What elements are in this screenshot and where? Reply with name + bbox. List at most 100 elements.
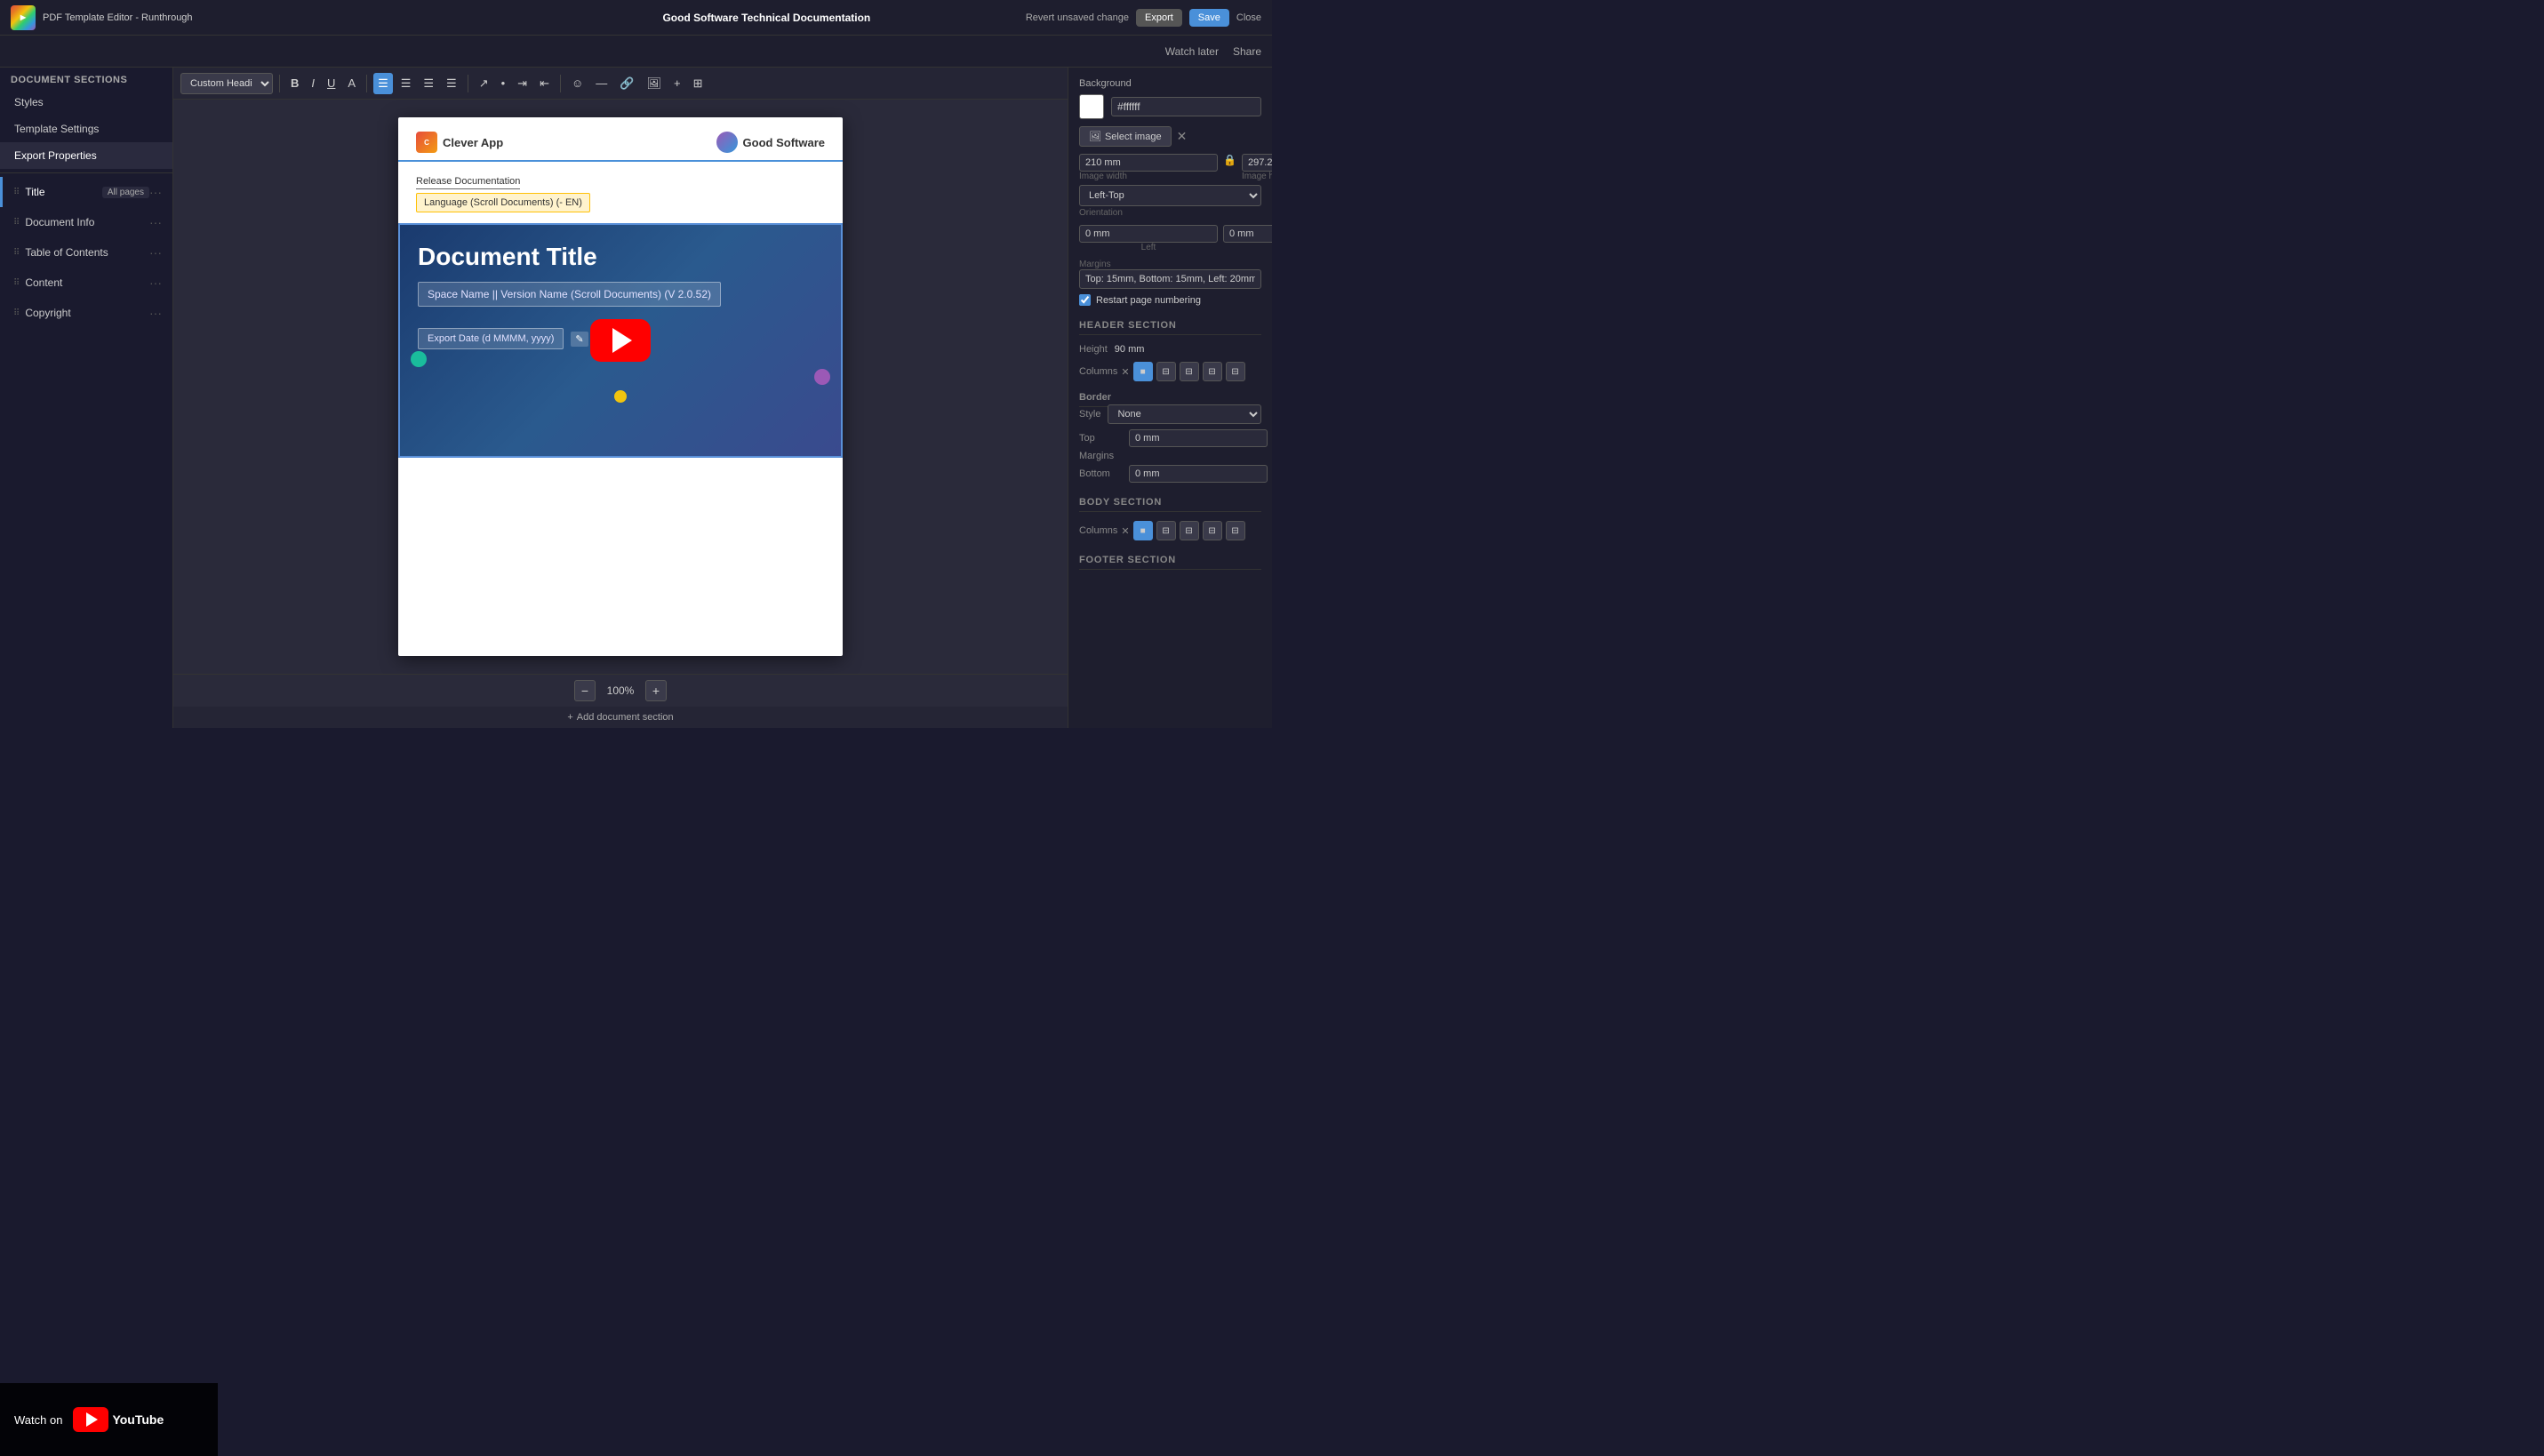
youtube-overlay[interactable] xyxy=(590,319,651,362)
revert-button[interactable]: Revert unsaved change xyxy=(1026,12,1129,23)
clear-image-button[interactable]: ✕ xyxy=(1177,129,1188,144)
dimensions-row: Image width 🔒 Image height xyxy=(1079,154,1261,181)
align-left-button[interactable]: ☰ xyxy=(373,73,393,94)
background-color-row: #ffffff xyxy=(1079,94,1261,119)
drag-handle-icon: ⠿ xyxy=(13,248,20,258)
toolbar-separator xyxy=(279,75,280,92)
color-button[interactable]: A xyxy=(343,73,360,94)
sidebar-section-copyright[interactable]: ⠿ Copyright ··· xyxy=(0,298,172,328)
body-col-1-button[interactable]: ■ xyxy=(1133,521,1153,540)
link-button[interactable]: 🔗 xyxy=(615,73,638,94)
sidebar-section-content[interactable]: ⠿ Content ··· xyxy=(0,268,172,298)
zoom-out-button[interactable]: − xyxy=(574,680,596,701)
justify-button[interactable]: ☰ xyxy=(442,73,461,94)
position-row: Left Top xyxy=(1079,225,1261,252)
section-label-title: Title xyxy=(25,186,95,198)
margins-input[interactable] xyxy=(1079,269,1261,289)
restart-numbering-label: Restart page numbering xyxy=(1096,295,1201,306)
restart-numbering-checkbox[interactable] xyxy=(1079,294,1091,306)
ordered-list-button[interactable]: ↗ xyxy=(475,73,493,94)
col-1-button[interactable]: ■ xyxy=(1133,362,1153,381)
select-image-row: 🖼 Select image ✕ xyxy=(1079,126,1261,147)
section-more-content[interactable]: ··· xyxy=(149,276,162,290)
left-input[interactable] xyxy=(1079,225,1218,243)
body-col-x-icon: ✕ xyxy=(1121,525,1129,537)
indent-button[interactable]: ⇥ xyxy=(513,73,532,94)
bold-button[interactable]: B xyxy=(286,73,303,94)
export-button[interactable]: Export xyxy=(1136,9,1182,27)
section-more-toc[interactable]: ··· xyxy=(149,245,162,260)
watch-later-button[interactable]: Watch later xyxy=(1165,45,1219,58)
sidebar-section-toc[interactable]: ⠿ Table of Contents ··· xyxy=(0,237,172,268)
sidebar-section-document-info[interactable]: ⠿ Document Info ··· xyxy=(0,207,172,237)
underline-button[interactable]: U xyxy=(323,73,340,94)
col-5-button[interactable]: ⊟ xyxy=(1226,362,1245,381)
col-x-icon: ✕ xyxy=(1121,366,1129,378)
youtube-play-icon xyxy=(86,1412,98,1427)
col-3-button[interactable]: ⊟ xyxy=(1180,362,1199,381)
col-2-button[interactable]: ⊟ xyxy=(1156,362,1176,381)
toolbar-separator-2 xyxy=(366,75,367,92)
unordered-list-button[interactable]: • xyxy=(497,73,510,94)
color-swatch[interactable] xyxy=(1079,94,1104,119)
image-height-input[interactable] xyxy=(1242,154,1272,172)
sidebar-item-export-properties[interactable]: Export Properties xyxy=(0,142,172,169)
color-value[interactable]: #ffffff xyxy=(1111,97,1261,116)
border-style-select[interactable]: None Solid Dashed xyxy=(1108,404,1261,424)
document-title[interactable]: Document Title xyxy=(418,243,823,271)
body-col-3-button[interactable]: ⊟ xyxy=(1180,521,1199,540)
select-image-button[interactable]: 🖼 Select image xyxy=(1079,126,1172,147)
align-center-button[interactable]: ☰ xyxy=(396,73,416,94)
width-col: Image width xyxy=(1079,154,1218,181)
align-right-button[interactable]: ☰ xyxy=(419,73,438,94)
section-label-docinfo: Document Info xyxy=(25,216,149,228)
logo-left-text: Clever App xyxy=(443,136,503,149)
outdent-button[interactable]: ⇤ xyxy=(535,73,554,94)
share-button[interactable]: Share xyxy=(1233,45,1261,58)
doc-subtitle-field[interactable]: Space Name || Version Name (Scroll Docum… xyxy=(418,282,721,307)
border-bottom-label: Bottom xyxy=(1079,468,1124,479)
sidebar-nav-label-styles: Styles xyxy=(14,96,44,108)
save-button[interactable]: Save xyxy=(1189,9,1229,27)
section-more-docinfo[interactable]: ··· xyxy=(149,215,162,229)
body-col-2-button[interactable]: ⊟ xyxy=(1156,521,1176,540)
youtube-logo[interactable]: YouTube xyxy=(73,1407,164,1432)
add-section-bar[interactable]: + Add document section xyxy=(173,707,1068,728)
image-width-input[interactable] xyxy=(1079,154,1218,172)
border-margins-label: Margins xyxy=(1079,451,1124,461)
sidebar-nav-label-export: Export Properties xyxy=(14,149,97,162)
emoji-button[interactable]: ☺ xyxy=(567,73,588,94)
canvas-scroll[interactable]: C Clever App Good Software Release Docum… xyxy=(173,100,1068,674)
table-button[interactable]: ⊞ xyxy=(689,73,708,94)
border-bottom-row: Bottom xyxy=(1079,465,1261,483)
edit-date-button[interactable]: ✎ xyxy=(571,332,588,347)
col-4-button[interactable]: ⊟ xyxy=(1203,362,1222,381)
sidebar-item-styles[interactable]: Styles xyxy=(0,89,172,116)
border-top-input[interactable] xyxy=(1129,429,1268,447)
zoom-in-button[interactable]: + xyxy=(645,680,667,701)
page-title: Good Software Technical Documentation xyxy=(518,12,1015,24)
section-more-copyright[interactable]: ··· xyxy=(149,306,162,320)
italic-button[interactable]: I xyxy=(307,73,319,94)
sidebar-section-title[interactable]: ⠿ Title All pages ··· xyxy=(0,177,172,207)
select-image-label: Select image xyxy=(1105,132,1162,142)
orientation-select[interactable]: Left-Top Center Right-Bottom xyxy=(1079,185,1261,206)
lock-icon[interactable]: 🔒 xyxy=(1223,154,1236,181)
body-col-4-button[interactable]: ⊟ xyxy=(1203,521,1222,540)
export-date-field[interactable]: Export Date (d MMMM, yyyy) xyxy=(418,328,564,349)
dash-button[interactable]: — xyxy=(591,73,612,94)
add-button[interactable]: + xyxy=(669,73,685,94)
sidebar-nav-label-template: Template Settings xyxy=(14,123,99,135)
youtube-play-button[interactable] xyxy=(590,319,651,362)
border-bottom-input[interactable] xyxy=(1129,465,1268,483)
font-style-select[interactable]: Custom Headi xyxy=(180,73,273,94)
language-field[interactable]: Language (Scroll Documents) (- EN) xyxy=(416,193,590,212)
image-button[interactable]: 🖼 xyxy=(642,73,666,94)
top-input[interactable] xyxy=(1223,225,1272,243)
sidebar-item-template-settings[interactable]: Template Settings xyxy=(0,116,172,142)
topbar: ▶ PDF Template Editor - Runthrough Good … xyxy=(0,0,1272,36)
body-col-5-button[interactable]: ⊟ xyxy=(1226,521,1245,540)
sidebar-sections-list: ⠿ Title All pages ··· ⠿ Document Info ··… xyxy=(0,177,172,728)
section-more-title[interactable]: ··· xyxy=(149,185,162,199)
close-button[interactable]: Close xyxy=(1236,12,1261,23)
